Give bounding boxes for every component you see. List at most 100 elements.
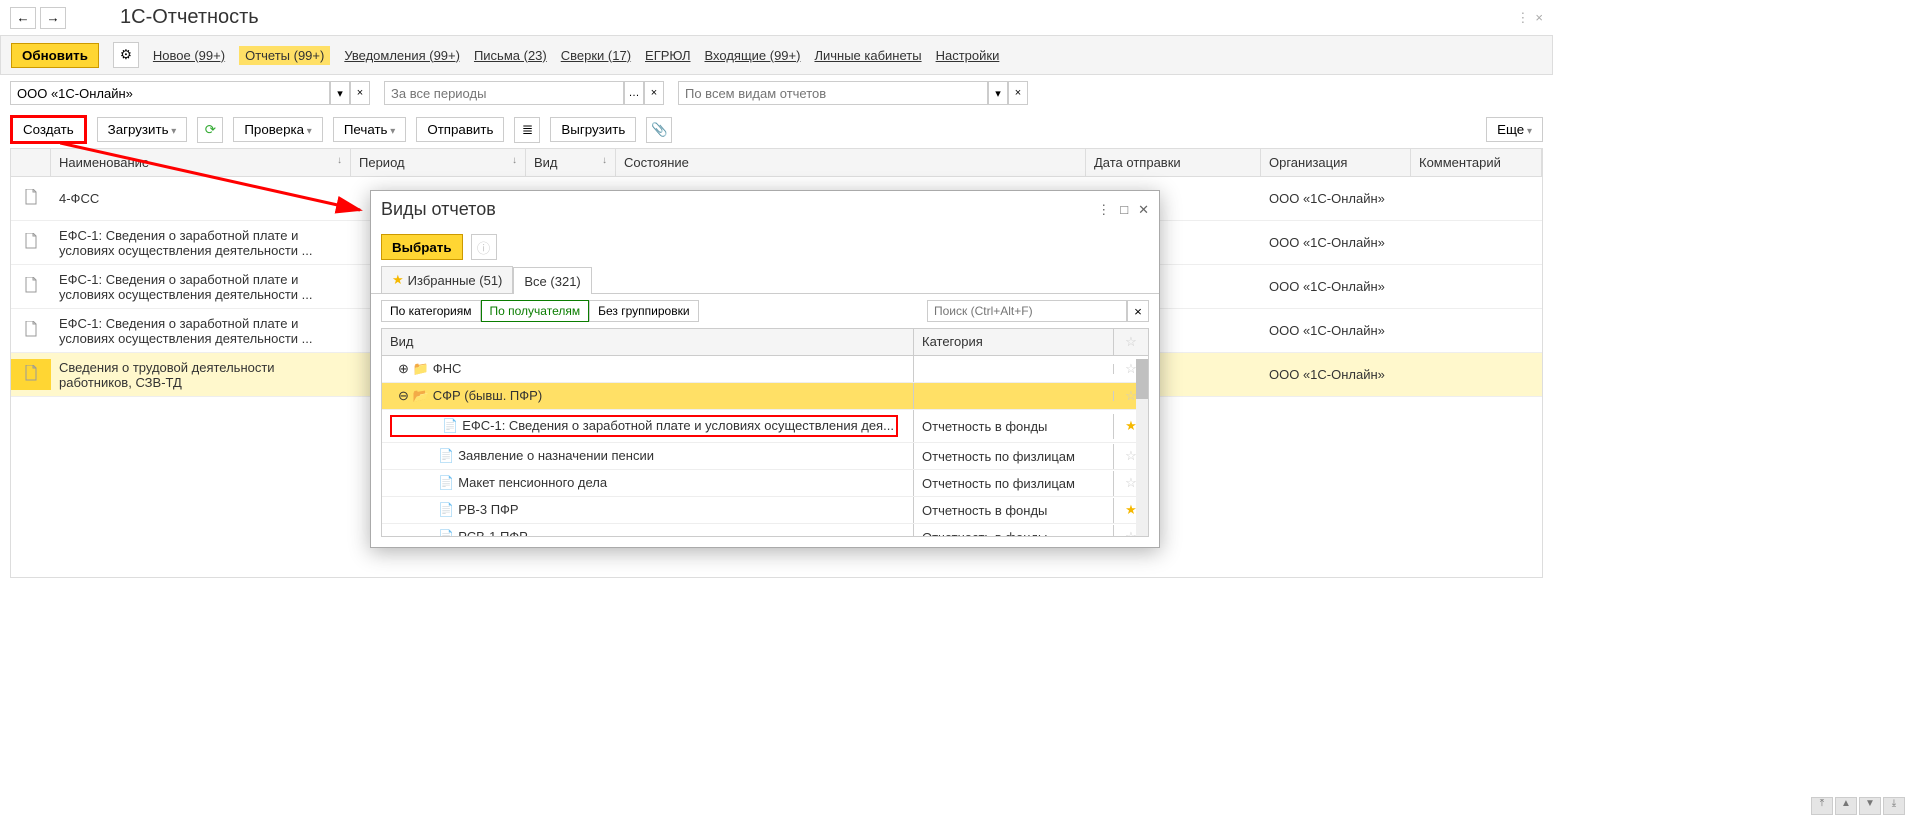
info-button[interactable]: ⓘ bbox=[471, 234, 497, 260]
more-button[interactable]: Еще bbox=[1486, 117, 1543, 142]
tab-incoming[interactable]: Входящие (99+) bbox=[705, 48, 801, 63]
close-icon[interactable]: × bbox=[1535, 10, 1543, 26]
tab-cabinets[interactable]: Личные кабинеты bbox=[814, 48, 921, 63]
attach-button[interactable]: 📎 bbox=[646, 117, 672, 143]
seg-no-group[interactable]: Без группировки bbox=[589, 300, 698, 322]
kebab-icon[interactable]: ⋮ bbox=[1516, 10, 1529, 26]
file-icon: 📄 bbox=[438, 502, 454, 517]
titlebar: ← → 1С-Отчетность ⋮ × bbox=[0, 0, 1553, 35]
col-icon[interactable] bbox=[11, 149, 51, 176]
tabs-bar: Обновить ⚙ Новое (99+) Отчеты (99+) Увед… bbox=[0, 35, 1553, 75]
star-icon: ★ bbox=[392, 272, 404, 288]
col-comment[interactable]: Комментарий bbox=[1411, 149, 1542, 176]
tab-reports[interactable]: Отчеты (99+) bbox=[239, 46, 330, 65]
filter-row: ▾ × … × ▾ × bbox=[0, 75, 1553, 111]
doc-icon bbox=[11, 271, 51, 302]
tab-letters[interactable]: Письма (23) bbox=[474, 48, 547, 63]
period-filter-more[interactable]: … bbox=[624, 81, 644, 105]
cell-name: ЕФС-1: Сведения о заработной плате и усл… bbox=[51, 222, 351, 264]
cell-org: ООО «1С-Онлайн» bbox=[1261, 361, 1411, 388]
tab-favorites[interactable]: ★Избранные (51) bbox=[381, 266, 513, 293]
col-kind[interactable]: Вид↓ bbox=[526, 149, 616, 176]
doc-icon bbox=[11, 227, 51, 258]
file-icon: 📄 bbox=[438, 448, 454, 463]
tree-row[interactable]: 📄Макет пенсионного делаОтчетность по физ… bbox=[382, 470, 1148, 497]
action-toolbar: Создать Загрузить ⟳ Проверка Печать Отпр… bbox=[0, 111, 1553, 148]
seg-by-category[interactable]: По категориям bbox=[381, 300, 481, 322]
file-icon: 📄 bbox=[438, 529, 454, 536]
col-name[interactable]: Наименование↓ bbox=[51, 149, 351, 176]
dialog-title: Виды отчетов bbox=[381, 199, 496, 220]
cell-org: ООО «1С-Онлайн» bbox=[1261, 273, 1411, 300]
back-button[interactable]: ← bbox=[10, 7, 36, 29]
page-title: 1С-Отчетность bbox=[120, 6, 259, 29]
tree-row[interactable]: 📄Заявление о назначении пенсииОтчетность… bbox=[382, 443, 1148, 470]
seg-by-recipient[interactable]: По получателям bbox=[481, 300, 590, 322]
tab-notifications[interactable]: Уведомления (99+) bbox=[344, 48, 460, 63]
col-sent[interactable]: Дата отправки bbox=[1086, 149, 1261, 176]
scroll-down-icon[interactable]: ▼ bbox=[1859, 797, 1881, 815]
org-filter-clear[interactable]: × bbox=[350, 81, 370, 105]
select-button[interactable]: Выбрать bbox=[381, 234, 463, 260]
print-button[interactable]: Печать bbox=[333, 117, 406, 142]
kind-filter-clear[interactable]: × bbox=[1008, 81, 1028, 105]
export-button[interactable]: Выгрузить bbox=[550, 117, 636, 142]
sort-icon: ↓ bbox=[602, 155, 607, 166]
dialog-col-kind[interactable]: Вид bbox=[382, 329, 914, 355]
cell-name: 4-ФСС bbox=[51, 185, 351, 212]
dialog-col-category[interactable]: Категория bbox=[914, 329, 1114, 355]
gear-button[interactable]: ⚙ bbox=[113, 42, 139, 68]
dialog-scrollbar[interactable] bbox=[1136, 359, 1148, 536]
period-filter-input[interactable] bbox=[384, 81, 624, 105]
file-icon: 📄 bbox=[442, 418, 458, 433]
col-period[interactable]: Период↓ bbox=[351, 149, 526, 176]
cell-org: ООО «1С-Онлайн» bbox=[1261, 317, 1411, 344]
org-filter-dropdown[interactable]: ▾ bbox=[330, 81, 350, 105]
dialog-col-star[interactable]: ☆ bbox=[1114, 329, 1148, 355]
check-button[interactable]: Проверка bbox=[233, 117, 323, 142]
forward-button[interactable]: → bbox=[40, 7, 66, 29]
tree-row[interactable]: ⊕ 📁ФНС☆ bbox=[382, 356, 1148, 383]
dialog-kebab-icon[interactable]: ⋮ bbox=[1097, 202, 1110, 218]
report-types-dialog: Виды отчетов ⋮ □ ✕ Выбрать ⓘ ★Избранные … bbox=[370, 190, 1160, 548]
dialog-search-clear[interactable]: × bbox=[1127, 300, 1149, 322]
dialog-grid: Вид Категория ☆ ⊕ 📁ФНС☆⊖ 📂СФР (бывш. ПФР… bbox=[381, 328, 1149, 537]
send-button[interactable]: Отправить bbox=[416, 117, 504, 142]
dialog-search-input[interactable] bbox=[927, 300, 1127, 322]
table-header: Наименование↓ Период↓ Вид↓ Состояние Дат… bbox=[11, 149, 1542, 177]
col-state[interactable]: Состояние bbox=[616, 149, 1086, 176]
col-org[interactable]: Организация bbox=[1261, 149, 1411, 176]
tab-egrul[interactable]: ЕГРЮЛ bbox=[645, 48, 690, 63]
scroll-top-icon[interactable]: ⤒ bbox=[1811, 797, 1833, 815]
period-filter-clear[interactable]: × bbox=[644, 81, 664, 105]
folder-icon: 📂 bbox=[413, 388, 429, 403]
sort-icon: ↓ bbox=[337, 155, 342, 166]
load-button[interactable]: Загрузить bbox=[97, 117, 188, 142]
cell-name: ЕФС-1: Сведения о заработной плате и усл… bbox=[51, 310, 351, 352]
scroll-bottom-icon[interactable]: ⤓ bbox=[1883, 797, 1905, 815]
create-button[interactable]: Создать bbox=[10, 115, 87, 144]
tree-row[interactable]: 📄РСВ-1 ПФРОтчетность в фонды☆ bbox=[382, 524, 1148, 536]
reload-file-button[interactable]: ⟳ bbox=[197, 117, 223, 143]
doc-icon bbox=[11, 359, 51, 390]
folder-icon: 📁 bbox=[413, 361, 429, 376]
tree-row[interactable]: ⊖ 📂СФР (бывш. ПФР)☆ bbox=[382, 383, 1148, 410]
sort-icon: ↓ bbox=[512, 155, 517, 166]
tab-settings[interactable]: Настройки bbox=[936, 48, 1000, 63]
dialog-maximize-icon[interactable]: □ bbox=[1120, 202, 1128, 218]
kind-filter-input[interactable] bbox=[678, 81, 988, 105]
tab-all[interactable]: Все (321) bbox=[513, 267, 591, 294]
tree-row[interactable]: 📄РВ-3 ПФРОтчетность в фонды★ bbox=[382, 497, 1148, 524]
doc-icon bbox=[11, 183, 51, 214]
dialog-close-icon[interactable]: ✕ bbox=[1138, 202, 1149, 218]
refresh-button[interactable]: Обновить bbox=[11, 43, 99, 68]
tab-recon[interactable]: Сверки (17) bbox=[561, 48, 631, 63]
cell-name: Сведения о трудовой деятельности работни… bbox=[51, 354, 351, 396]
table-scroll-buttons: ⤒ ▲ ▼ ⤓ bbox=[1811, 797, 1905, 815]
scroll-up-icon[interactable]: ▲ bbox=[1835, 797, 1857, 815]
org-filter-input[interactable] bbox=[10, 81, 330, 105]
kind-filter-dropdown[interactable]: ▾ bbox=[988, 81, 1008, 105]
tree-row[interactable]: 📄ЕФС-1: Сведения о заработной плате и ус… bbox=[382, 410, 1148, 443]
tab-new[interactable]: Новое (99+) bbox=[153, 48, 225, 63]
list-icon-button[interactable]: ≣ bbox=[514, 117, 540, 143]
